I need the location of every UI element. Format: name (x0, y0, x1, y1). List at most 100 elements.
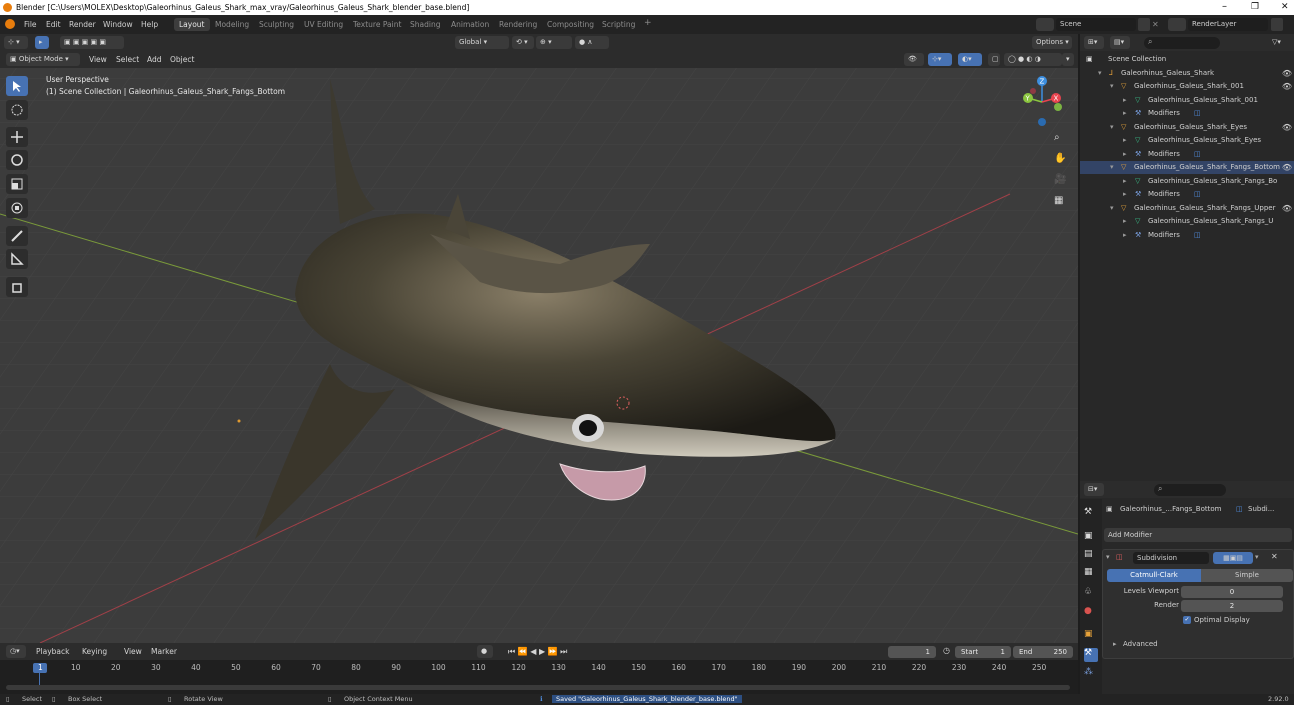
tab-sculpting[interactable]: Sculpting (254, 18, 299, 31)
outliner-editor-icon[interactable]: ⊞▾ (1084, 36, 1104, 49)
add-workspace-button[interactable]: + (639, 18, 657, 31)
camera-view-icon[interactable]: 🎥 (1054, 174, 1066, 185)
menu-help[interactable]: Help (141, 20, 158, 29)
scene-selector-icon[interactable] (1036, 18, 1054, 31)
renderlayer-field[interactable]: RenderLayer (1188, 18, 1268, 31)
modifier-display-toggles-icon[interactable]: ▦▣▤ (1213, 552, 1253, 564)
expand-arrow-icon[interactable]: ▸ (1113, 640, 1117, 648)
visibility-eye-icon[interactable]: 👁 (1282, 204, 1292, 213)
visibility-eye-icon[interactable]: 👁 (1282, 123, 1292, 132)
properties-search-input[interactable]: ⌕ (1154, 484, 1226, 496)
add-cube-tool[interactable] (6, 277, 28, 297)
scale-tool[interactable] (6, 174, 28, 194)
proportional-edit-icon[interactable]: ● ∧ (575, 36, 609, 49)
close-button[interactable]: ✕ (1281, 2, 1289, 12)
remove-modifier-icon[interactable]: ✕ (1271, 552, 1278, 561)
tree-row[interactable]: ▸ ▽ Galeorhinus_Galeus_Shark_Fangs_Bo (1080, 175, 1294, 188)
ortho-grid-icon[interactable]: ▦ (1054, 195, 1063, 206)
tree-row[interactable]: ▸ ▽ Galeorhinus_Galeus_Shark_Eyes (1080, 134, 1294, 147)
transform-tool[interactable] (6, 198, 28, 218)
tab-modeling[interactable]: Modeling (210, 18, 254, 31)
menu-view[interactable]: View (89, 55, 107, 64)
rotate-tool[interactable] (6, 150, 28, 170)
select-box-tool[interactable] (6, 76, 28, 96)
measure-tool[interactable] (6, 249, 28, 269)
tree-row[interactable]: ▾ ▽ Galeorhinus_Galeus_Shark_Eyes 👁 (1080, 121, 1294, 134)
tab-rendering[interactable]: Rendering (494, 18, 542, 31)
annotate-tool[interactable] (6, 226, 28, 246)
menu-object[interactable]: Object (170, 55, 194, 64)
tree-row[interactable]: ▸ ⚒ Modifiers ◫ (1080, 188, 1294, 201)
restore-button[interactable]: ❐ (1251, 2, 1259, 12)
menu-add[interactable]: Add (147, 55, 162, 64)
tab-animation[interactable]: Animation (446, 18, 494, 31)
tab-scripting[interactable]: Scripting (597, 18, 640, 31)
delete-scene-icon[interactable]: ✕ (1152, 18, 1162, 31)
shading-options-icon[interactable]: ▾ (1062, 53, 1074, 66)
properties-editor-icon[interactable]: ⊟▾ (1084, 483, 1104, 496)
blender-menu-icon[interactable] (5, 19, 15, 29)
tab-uv-editing[interactable]: UV Editing (299, 18, 348, 31)
add-modifier-dropdown[interactable]: Add Modifier (1104, 528, 1292, 542)
modifier-name-field[interactable]: Subdivision (1133, 552, 1209, 564)
scene-tab-icon[interactable]: ♧ (1084, 587, 1098, 601)
navigation-gizmo[interactable]: Z X Y (1018, 74, 1068, 130)
advanced-subpanel[interactable]: Advanced (1123, 640, 1158, 648)
tree-row[interactable]: ▸ ⚒ Modifiers ◫ (1080, 148, 1294, 161)
pivot-point-icon[interactable]: ⟲ ▾ (512, 36, 534, 49)
menu-select[interactable]: Select (116, 55, 139, 64)
visibility-eye-icon[interactable]: 👁 (1282, 69, 1292, 78)
tab-layout[interactable]: Layout (174, 18, 210, 31)
tree-row[interactable]: ▸ ⚒ Modifiers ◫ (1080, 107, 1294, 120)
levels-viewport-field[interactable]: 0 (1181, 586, 1283, 598)
tab-shading[interactable]: Shading (405, 18, 445, 31)
collapse-arrow-icon[interactable]: ▾ (1106, 553, 1110, 561)
pan-hand-icon[interactable]: ✋ (1054, 153, 1066, 164)
modifier-menu-icon[interactable]: ▾ (1255, 553, 1259, 561)
modifier-tab-icon[interactable]: ⚒ (1084, 648, 1098, 662)
new-scene-icon[interactable] (1138, 18, 1150, 31)
cursor-tool[interactable] (6, 100, 28, 120)
scene-field[interactable]: Scene (1056, 18, 1136, 31)
renderlayer-selector-icon[interactable] (1168, 18, 1186, 31)
tab-texture-paint[interactable]: Texture Paint (348, 18, 406, 31)
tree-row[interactable]: ▾ ⅃ Galeorhinus_Galeus_Shark 👁 (1080, 67, 1294, 80)
tree-row-selected[interactable]: ▾ ▽ Galeorhinus_Galeus_Shark_Fangs_Bottom 👁 (1080, 161, 1294, 174)
tree-row[interactable]: ▸ ▽ Galeorhinus_Galeus_Shark_001 (1080, 94, 1294, 107)
output-tab-icon[interactable]: ▤ (1084, 549, 1098, 563)
tool-tab-icon[interactable]: ⚒ (1084, 507, 1098, 521)
move-tool[interactable] (6, 127, 28, 147)
tree-row[interactable]: ▾ ▽ Galeorhinus_Galeus_Shark_Fangs_Upper 👁 (1080, 202, 1294, 215)
tree-row[interactable]: ▸ ⚒ Modifiers ◫ (1080, 229, 1294, 242)
view-layer-tab-icon[interactable]: ▦ (1084, 567, 1098, 581)
visibility-eye-icon[interactable]: 👁 (1282, 163, 1292, 172)
xray-toggle-icon[interactable]: ▢ (988, 53, 1000, 66)
optimal-display-checkbox[interactable]: ✓ (1183, 616, 1191, 624)
catmull-clark-button[interactable]: Catmull-Clark (1107, 569, 1201, 582)
selection-modes-icon[interactable]: ▣ ▣ ▣ ▣ ▣ (60, 36, 124, 49)
new-renderlayer-icon[interactable] (1271, 18, 1283, 31)
snap-icon[interactable]: ⊕ ▾ (536, 36, 572, 49)
menu-window[interactable]: Window (103, 20, 133, 29)
shading-modes-icon[interactable]: ◯ ● ◐ ◑ (1004, 53, 1062, 66)
object-tab-icon[interactable]: ▣ (1084, 629, 1098, 643)
display-mode-icon[interactable]: ▤▾ (1110, 36, 1130, 49)
mode-dropdown[interactable]: ▣ Object Mode ▾ (6, 53, 80, 66)
tab-compositing[interactable]: Compositing (542, 18, 599, 31)
menu-edit[interactable]: Edit (46, 20, 61, 29)
menu-render[interactable]: Render (69, 20, 96, 29)
particles-tab-icon[interactable]: ⁂ (1084, 667, 1098, 681)
editor-type-icon[interactable]: ⊹ ▾ (4, 36, 28, 49)
transform-orientation-dropdown[interactable]: Global ▾ (455, 36, 509, 49)
tree-row[interactable]: ▸ ▽ Galeorhinus_Galeus_Shark_Fangs_U (1080, 215, 1294, 228)
filter-icon[interactable]: ▽▾ (1268, 36, 1290, 49)
visibility-icon[interactable]: 👁 (904, 53, 924, 66)
render-tab-icon[interactable]: ▣ (1084, 531, 1098, 545)
gizmo-toggle-icon[interactable]: ⊹▾ (928, 53, 952, 66)
render-levels-field[interactable]: 2 (1181, 600, 1283, 612)
3d-viewport[interactable]: ⊹ ▾ ▸ ▣ ▣ ▣ ▣ ▣ Global ▾ ⟲ ▾ ⊕ ▾ ● ∧ Opt… (0, 34, 1078, 643)
tree-row[interactable]: ▣ Scene Collection (1080, 53, 1294, 66)
zoom-icon[interactable]: ⌕ (1054, 132, 1060, 143)
options-dropdown[interactable]: Options ▾ (1032, 36, 1072, 49)
timeline-scrollbar[interactable] (6, 685, 1070, 690)
